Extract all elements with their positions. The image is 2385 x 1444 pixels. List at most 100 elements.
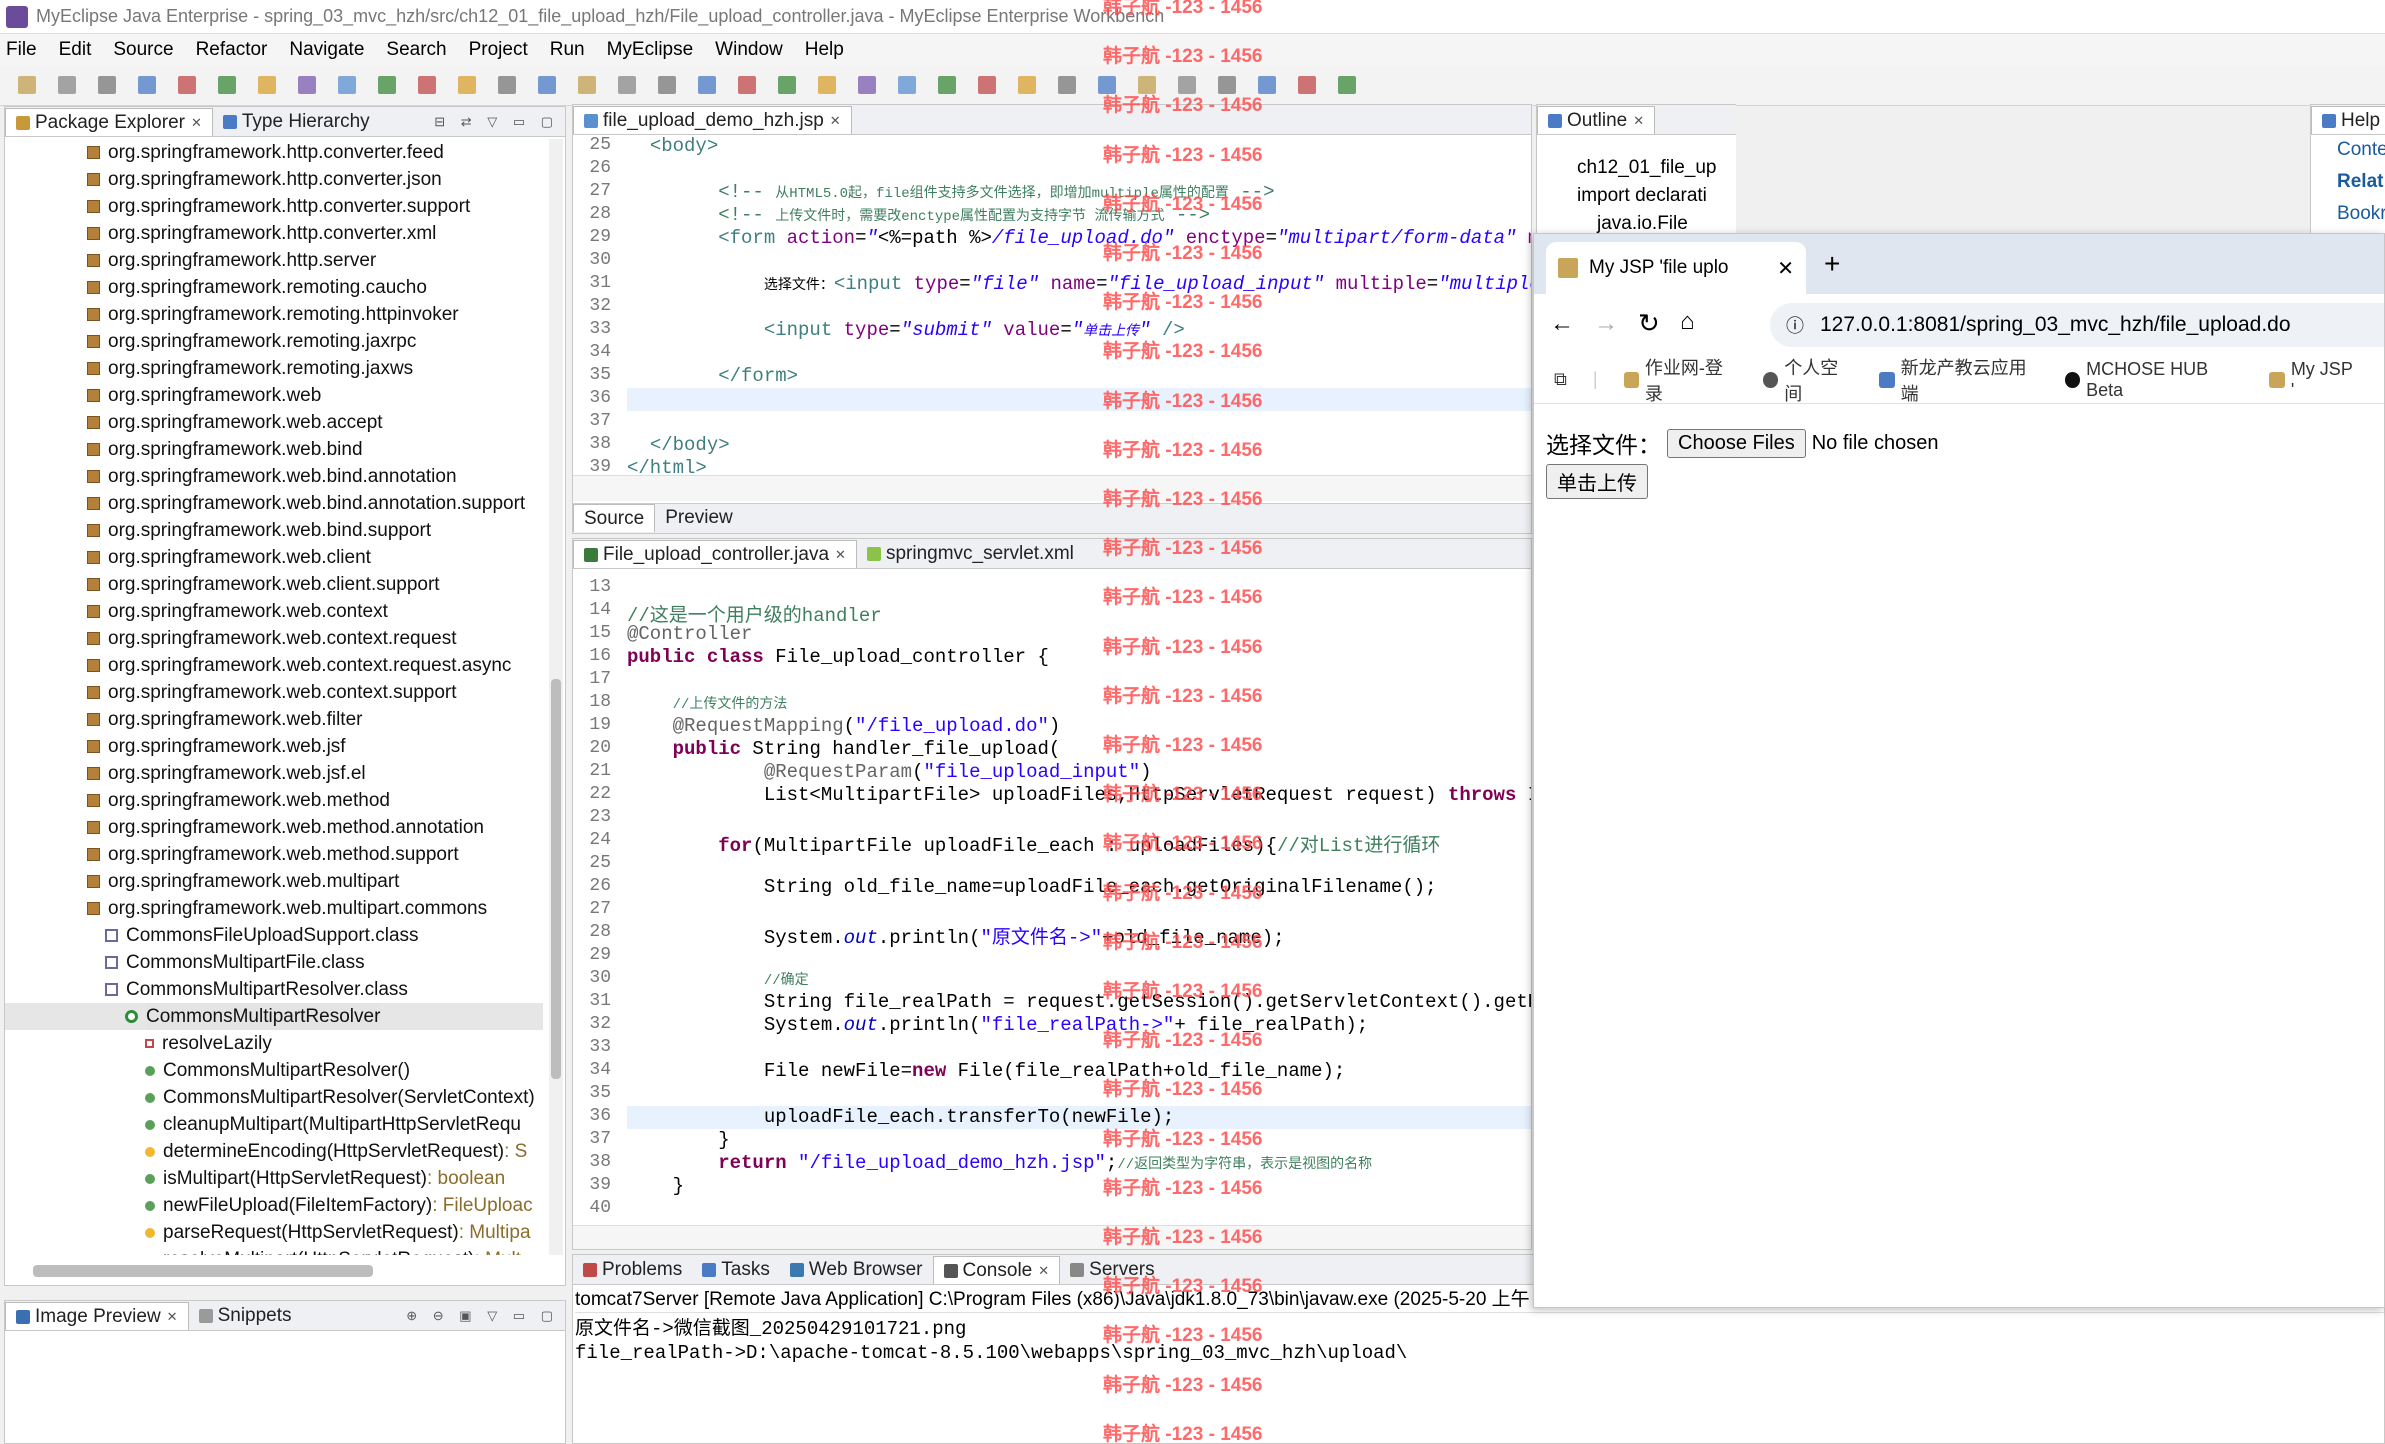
code-line[interactable]: <form action="<%=path %>/file_upload.do"…	[627, 227, 1531, 249]
toolbar-button-icon[interactable]	[778, 76, 796, 94]
menu-navigate[interactable]: Navigate	[289, 39, 364, 61]
tree-item[interactable]: org.springframework.web.context.request.…	[5, 652, 543, 679]
jsp-code-area[interactable]: 25 <body> 26 27 <!-- 从HTML5.0起，file组件支持多文件…	[581, 135, 1531, 475]
tree-item[interactable]: org.springframework.web.method	[5, 787, 543, 814]
toolbar-button-icon[interactable]	[178, 76, 196, 94]
code-line[interactable]: File newFile=new File(file_realPath+old_…	[627, 1060, 1346, 1082]
tree-item[interactable]: org.springframework.web.method.annotatio…	[5, 814, 543, 841]
close-icon[interactable]: ✕	[835, 547, 846, 563]
new-tab-icon[interactable]: +	[1824, 248, 1840, 280]
tree-item[interactable]: CommonsFileUploadSupport.class	[5, 922, 543, 949]
jsp-horizontal-scrollbar[interactable]	[573, 475, 1531, 501]
menu-window[interactable]: Window	[715, 39, 783, 61]
tree-item[interactable]: org.springframework.remoting.jaxrpc	[5, 328, 543, 355]
close-icon[interactable]: ✕	[1777, 256, 1794, 281]
code-line[interactable]: <input type="submit" value="单击上传" />	[627, 319, 1185, 341]
tree-item[interactable]: org.springframework.web.filter	[5, 706, 543, 733]
tree-item[interactable]: org.springframework.remoting.caucho	[5, 274, 543, 301]
toolbar-button-icon[interactable]	[1218, 76, 1236, 94]
bookmark-item[interactable]: 新龙产教云应用端	[1879, 354, 2039, 406]
toolbar-button-icon[interactable]	[18, 76, 36, 94]
toolbar-button-icon[interactable]	[538, 76, 556, 94]
help-link[interactable]: Relat	[2337, 171, 2383, 193]
tree-item[interactable]: org.springframework.http.converter.json	[5, 166, 543, 193]
outline-item[interactable]: import declarati	[1577, 185, 1707, 207]
toolbar-button-icon[interactable]	[658, 76, 676, 94]
tree-item[interactable]: org.springframework.web.context.request	[5, 625, 543, 652]
tree-item[interactable]: CommonsMultipartResolver()	[5, 1057, 543, 1084]
toolbar-button-icon[interactable]	[1258, 76, 1276, 94]
code-line[interactable]: List<MultipartFile> uploadFiles,HttpServ…	[627, 784, 1531, 806]
code-line[interactable]: </body>	[627, 434, 730, 456]
code-line[interactable]: }	[627, 1175, 684, 1197]
home-icon[interactable]: ⌂	[1680, 308, 1695, 336]
toolbar-button-icon[interactable]	[978, 76, 996, 94]
bookmark-item[interactable]: 作业网-登录	[1623, 354, 1737, 406]
code-line[interactable]: //上传文件的方法	[627, 692, 788, 714]
toolbar-button-icon[interactable]	[1178, 76, 1196, 94]
outline-item[interactable]: ch12_01_file_up	[1577, 157, 1716, 179]
menu-edit[interactable]: Edit	[59, 39, 92, 61]
toolbar-button-icon[interactable]	[378, 76, 396, 94]
view-controls[interactable]: ⊟ ⇄ ▽ ▭ ▢	[434, 114, 559, 130]
code-line[interactable]: </html>	[627, 457, 707, 475]
tree-item[interactable]: org.springframework.remoting.httpinvoker	[5, 301, 543, 328]
code-line[interactable]: public class File_upload_controller {	[627, 646, 1049, 668]
tree-item[interactable]: org.springframework.http.converter.xml	[5, 220, 543, 247]
tab-springmvc-servlet-xml[interactable]: springmvc_servlet.xml	[857, 540, 1084, 568]
tab-source[interactable]: Source	[573, 504, 656, 532]
view-controls[interactable]: ⊕ ⊖ ▣ ▽ ▭ ▢	[406, 1308, 559, 1324]
tree-item[interactable]: org.springframework.remoting.jaxws	[5, 355, 543, 382]
code-line[interactable]: }	[627, 1129, 729, 1151]
package-vertical-scrollbar[interactable]	[549, 139, 563, 1255]
code-line[interactable]: String old_file_name=uploadFile_each.get…	[627, 876, 1437, 898]
tree-item[interactable]: org.springframework.web.multipart.common…	[5, 895, 543, 922]
code-line[interactable]: </form>	[627, 365, 798, 387]
toolbar-button-icon[interactable]	[1138, 76, 1156, 94]
tree-item[interactable]: org.springframework.web.jsf.el	[5, 760, 543, 787]
toolbar-button-icon[interactable]	[138, 76, 156, 94]
toolbar-button-icon[interactable]	[898, 76, 916, 94]
tree-item[interactable]: org.springframework.web	[5, 382, 543, 409]
bookmark-item[interactable]: My JSP '	[2269, 359, 2358, 401]
tree-item[interactable]: org.springframework.web.multipart	[5, 868, 543, 895]
outline-item[interactable]: java.io.File	[1597, 213, 1688, 235]
code-line[interactable]: //确定	[627, 968, 809, 990]
tree-item[interactable]: resolveMultipart(HttpServletRequest) : M…	[5, 1246, 543, 1255]
toolbar-button-icon[interactable]	[858, 76, 876, 94]
tab-web-browser[interactable]: Web Browser	[780, 1256, 933, 1284]
code-line[interactable]: @Controller	[627, 623, 752, 645]
tree-item[interactable]: org.springframework.web.bind	[5, 436, 543, 463]
toolbar-button-icon[interactable]	[58, 76, 76, 94]
tab-file-upload-controller-java[interactable]: File_upload_controller.java ✕	[573, 540, 857, 568]
tree-item[interactable]: org.springframework.web.jsf	[5, 733, 543, 760]
toolbar-button-icon[interactable]	[1018, 76, 1036, 94]
tree-item[interactable]: org.springframework.http.server	[5, 247, 543, 274]
toolbar-button-icon[interactable]	[418, 76, 436, 94]
tree-item[interactable]: org.springframework.web.bind.support	[5, 517, 543, 544]
tree-item[interactable]: CommonsMultipartResolver.class	[5, 976, 543, 1003]
reload-icon[interactable]: ↻	[1638, 308, 1660, 339]
tab-tasks[interactable]: Tasks	[692, 1256, 780, 1284]
code-line[interactable]: public String handler_file_upload(	[627, 738, 1061, 760]
toolbar-button-icon[interactable]	[738, 76, 756, 94]
toolbar-button-icon[interactable]	[818, 76, 836, 94]
code-line[interactable]: @RequestParam("file_upload_input")	[627, 761, 1152, 783]
tab-groups-icon[interactable]: ⧉	[1554, 369, 1567, 390]
tree-item[interactable]: cleanupMultipart(MultipartHttpServletReq…	[5, 1111, 543, 1138]
code-line[interactable]: return "/file_upload_demo_hzh.jsp";//返回类…	[627, 1152, 1372, 1174]
tab-outline[interactable]: Outline ✕	[1537, 106, 1656, 134]
toolbar-button-icon[interactable]	[938, 76, 956, 94]
tree-item[interactable]: determineEncoding(HttpServletRequest) : …	[5, 1138, 543, 1165]
scroll-thumb[interactable]	[551, 679, 561, 1079]
tab-package-explorer[interactable]: Package Explorer ✕	[5, 108, 213, 136]
browser-tab[interactable]: My JSP 'file uplo ✕	[1546, 242, 1806, 294]
menu-run[interactable]: Run	[550, 39, 585, 61]
tab-problems[interactable]: Problems	[573, 1256, 692, 1284]
tab-file-upload-demo-jsp[interactable]: file_upload_demo_hzh.jsp ✕	[573, 106, 852, 134]
code-line[interactable]: <!-- 上传文件时，需要改enctype属性配置为支持字节 流传输方式 -->	[627, 204, 1210, 226]
tab-console[interactable]: Console ✕	[932, 1256, 1061, 1284]
tree-item[interactable]: CommonsMultipartResolver	[5, 1003, 543, 1030]
tree-item[interactable]: newFileUpload(FileItemFactory) : FileUpl…	[5, 1192, 543, 1219]
info-icon[interactable]: ⓘ	[1786, 312, 1804, 338]
